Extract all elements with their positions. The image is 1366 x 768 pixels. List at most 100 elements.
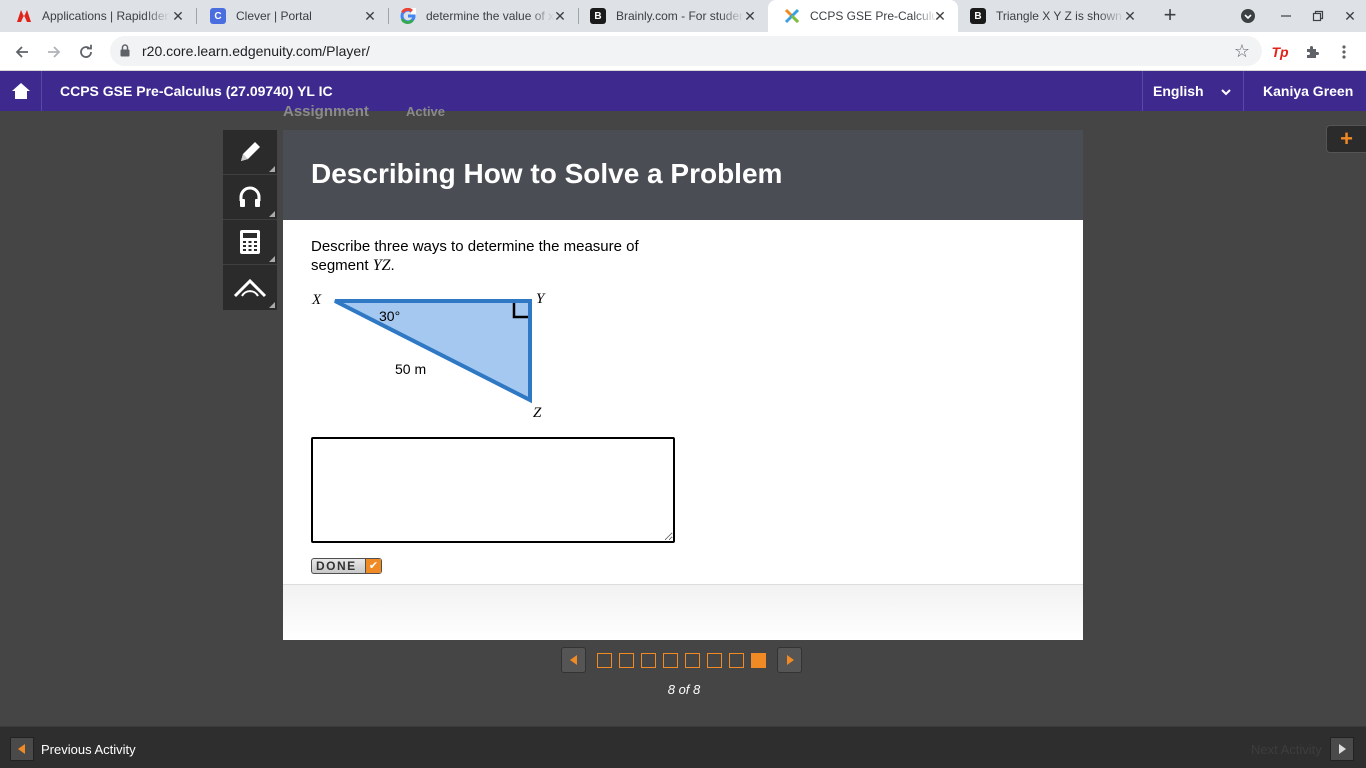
page-indicator[interactable] [663,652,678,668]
close-tab-icon[interactable]: ✕ [742,8,758,24]
page-indicator[interactable] [729,652,744,668]
new-tab-button[interactable]: + [1158,4,1182,28]
tab-title: determine the value of x [426,9,554,23]
activity-card: Describing How to Solve a Problem Descri… [283,130,1083,640]
rapididentity-icon [16,8,32,24]
prompt-variable: YZ [372,257,391,274]
tab-search-icon[interactable] [1232,0,1264,32]
page-navigator [561,647,802,673]
page-count: 8 of 8 [667,682,701,697]
home-icon [11,83,30,99]
previous-activity-button[interactable] [10,737,34,761]
browser-tab-edgenuity[interactable]: CCPS GSE Pre-Calculus ✕ [768,0,958,32]
previous-activity-label[interactable]: Previous Activity [41,742,136,757]
prompt-end: . [390,257,395,274]
done-button[interactable]: DONE ✔ [311,558,382,574]
hypotenuse-label: 50 m [395,361,426,377]
triangle-right-icon [786,655,794,665]
page-indicator[interactable] [597,652,612,668]
page-indicator-current[interactable] [751,652,766,668]
tab-title: Triangle X Y Z is shown [996,9,1122,23]
triangle-right-icon [1339,744,1346,754]
google-icon [400,8,416,24]
tools-panel [223,130,277,310]
close-tab-icon[interactable]: ✕ [362,8,378,24]
expand-corner-icon [269,256,275,262]
course-title: CCPS GSE Pre-Calculus (27.09740) YL IC [60,83,333,99]
url-text: r20.core.learn.edgenuity.com/Player/ [142,43,370,59]
home-button[interactable] [0,71,42,111]
triangle-xyz [334,299,532,404]
browser-tab-brainly[interactable]: B Brainly.com - For students ✕ [574,0,768,32]
next-activity-button [1330,737,1354,761]
user-name[interactable]: Kaniya Green [1263,83,1353,99]
lock-icon [120,44,130,62]
extension-tp-icon[interactable]: Tp [1266,38,1294,66]
headphones-icon [239,186,261,207]
browser-tab-google[interactable]: determine the value of x ✕ [384,0,578,32]
pencil-tool-button[interactable] [223,130,277,175]
calculator-icon [240,230,260,254]
edgenuity-icon [784,8,800,24]
reload-icon[interactable] [72,38,100,66]
tab-title: Brainly.com - For students [616,9,744,23]
pencil-icon [241,142,260,161]
brainly-icon: B [590,8,606,24]
language-label: English [1153,83,1204,99]
vertex-x-label: X [311,292,322,308]
activity-footer [283,584,1083,640]
minimize-icon[interactable] [1270,0,1302,32]
calculator-tool-button[interactable] [223,220,277,265]
language-selector[interactable]: English [1142,71,1244,111]
answer-textarea[interactable] [311,437,675,543]
angle-icon [233,278,267,297]
browser-tab-clever[interactable]: C Clever | Portal ✕ [194,0,388,32]
close-tab-icon[interactable]: ✕ [932,8,948,24]
add-panel-button[interactable]: + [1326,125,1366,153]
address-bar[interactable]: r20.core.learn.edgenuity.com/Player/ ☆ [110,36,1262,66]
checkmark-icon: ✔ [366,559,381,573]
page-indicator[interactable] [707,652,722,668]
chevron-down-icon [1221,84,1231,100]
close-tab-icon[interactable]: ✕ [170,8,186,24]
page-indicator[interactable] [641,652,656,668]
browser-tab-brainly-2[interactable]: B Triangle X Y Z is shown ✕ [954,0,1148,32]
browser-tab-strip: Applications | RapidIdentity ✕ C Clever … [0,0,1366,32]
page-indicator[interactable] [685,652,700,668]
next-activity-label: Next Activity [1251,742,1322,757]
expand-corner-icon [269,302,275,308]
protractor-tool-button[interactable] [223,265,277,310]
extensions-puzzle-icon[interactable] [1298,38,1326,66]
restore-icon[interactable] [1302,0,1334,32]
tab-title: Clever | Portal [236,9,312,23]
page-indicator[interactable] [619,652,634,668]
close-tab-icon[interactable]: ✕ [552,8,568,24]
tab-title: CCPS GSE Pre-Calculus [810,9,938,23]
triangle-left-icon [18,744,25,754]
activity-nav-bar: Previous Activity Next Activity [0,726,1366,768]
forward-arrow-icon[interactable] [40,38,68,66]
browser-menu-icon[interactable] [1330,38,1358,66]
back-arrow-icon[interactable] [8,38,36,66]
brainly-icon: B [970,8,986,24]
browser-toolbar: r20.core.learn.edgenuity.com/Player/ ☆ T… [0,32,1366,71]
activity-title: Describing How to Solve a Problem [311,158,783,189]
close-window-icon[interactable]: ✕ [1334,0,1366,32]
expand-corner-icon [269,211,275,217]
triangle-left-icon [569,655,577,665]
bookmark-star-icon[interactable]: ☆ [1234,41,1250,62]
audio-tool-button[interactable] [223,175,277,220]
expand-corner-icon [269,166,275,172]
vertex-y-label: Y [536,291,546,307]
assignment-label: Assignment [283,103,369,120]
angle-label: 30° [379,308,400,324]
next-page-button[interactable] [777,647,802,673]
close-tab-icon[interactable]: ✕ [1122,8,1138,24]
browser-tab-rapididentity[interactable]: Applications | RapidIdentity ✕ [0,0,196,32]
clever-icon: C [210,8,226,24]
prev-page-button[interactable] [561,647,586,673]
activity-header: Describing How to Solve a Problem [283,130,1083,220]
course-header: CCPS GSE Pre-Calculus (27.09740) YL IC E… [0,71,1366,111]
assignment-status: Active [406,104,446,119]
question-prompt: Describe three ways to determine the mea… [311,237,691,275]
